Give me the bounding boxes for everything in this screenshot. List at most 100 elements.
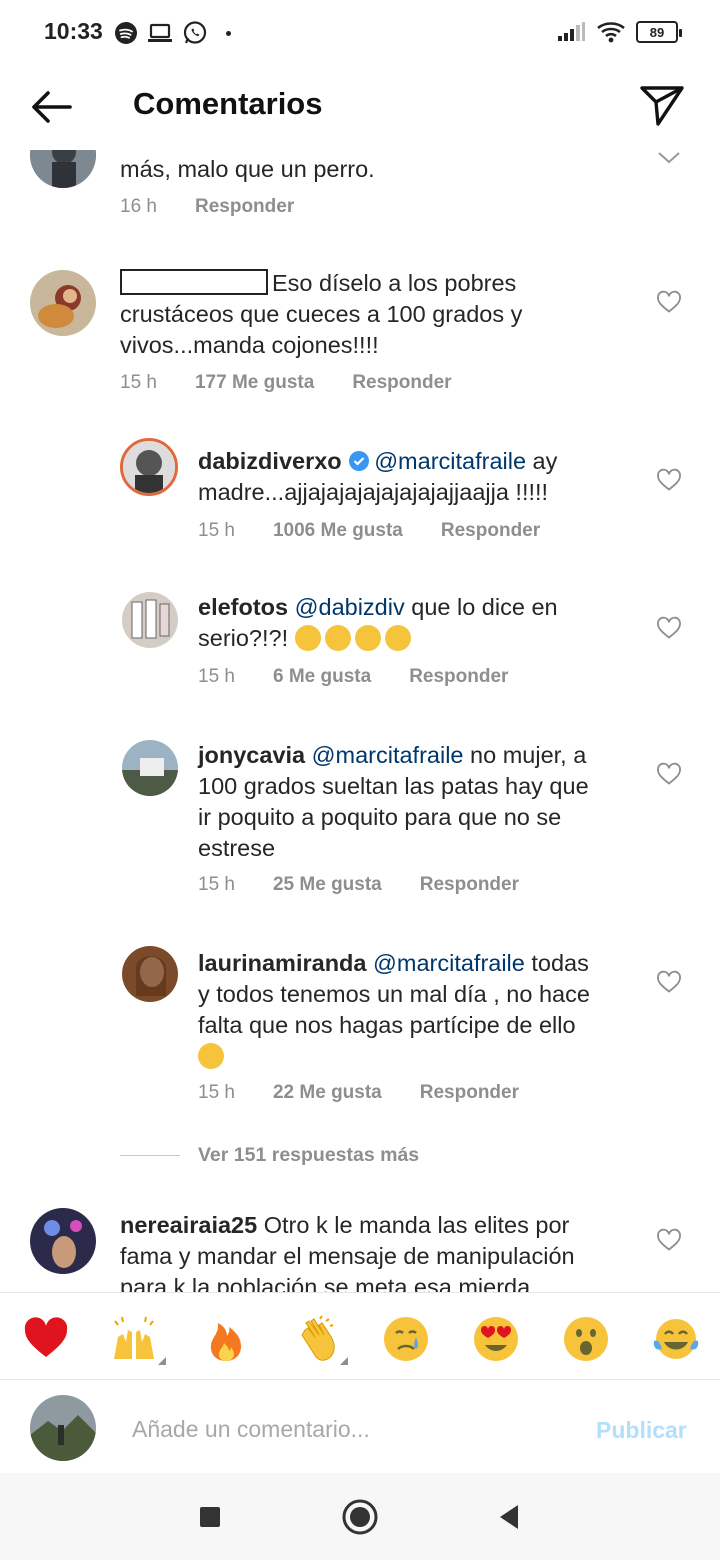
home-icon[interactable] bbox=[340, 1497, 380, 1537]
comment-text: más, malo que un perro. bbox=[120, 156, 375, 182]
redacted-username bbox=[120, 269, 268, 295]
reply-button[interactable]: Responder bbox=[420, 874, 519, 896]
comment-time: 15 h bbox=[198, 1082, 235, 1103]
comment-time: 15 h bbox=[198, 520, 235, 541]
comment-item: elefotos @dabizdiv que lo dice en serio?!… bbox=[0, 588, 720, 708]
variant-indicator bbox=[158, 1357, 166, 1365]
comment-mention[interactable]: @dabizdiv bbox=[295, 594, 405, 620]
system-navigation-bar bbox=[0, 1473, 720, 1560]
like-count[interactable]: 25 Me gusta bbox=[273, 874, 382, 896]
comment-username[interactable]: jonycavia bbox=[198, 742, 305, 768]
comment-item: dabizdiverxo @marcitafraile ay madre...aj… bbox=[0, 438, 720, 558]
comment-item: laurinamiranda @marcitafraile todas y tod… bbox=[0, 944, 720, 1124]
comment-mention[interactable]: @marcitafraile bbox=[373, 950, 525, 976]
comment-item: nereairaia25 Otro k le manda las elites … bbox=[0, 1206, 720, 1292]
view-more-label: Ver 151 respuestas más bbox=[198, 1143, 420, 1166]
tears-of-joy-emoji bbox=[384, 625, 411, 651]
header: Comentarios bbox=[0, 66, 720, 150]
comment-time: 16 h bbox=[120, 196, 157, 217]
back-arrow-icon[interactable] bbox=[26, 84, 76, 130]
comment-meta: 16 h Responder bbox=[120, 196, 332, 218]
avatar[interactable] bbox=[30, 270, 96, 336]
kissing-heart-emoji bbox=[198, 1043, 224, 1069]
comment-body: 100 grados sueltan las patas hay que bbox=[198, 773, 589, 799]
comment-mention[interactable]: @marcitafraile bbox=[312, 742, 464, 768]
wifi-icon bbox=[597, 22, 625, 43]
heart-eyes-icon[interactable] bbox=[472, 1315, 520, 1363]
avatar[interactable] bbox=[120, 438, 178, 496]
comment-username[interactable]: laurinamiranda bbox=[198, 950, 366, 976]
fire-icon[interactable] bbox=[202, 1315, 250, 1363]
comment-text: jonycavia @marcitafraile no mujer, a 100 … bbox=[198, 740, 638, 864]
add-comment-bar: Publicar bbox=[0, 1381, 720, 1473]
comment-text: dabizdiverxo @marcitafraile ay madre...aj… bbox=[198, 446, 618, 508]
crying-face-icon[interactable] bbox=[382, 1315, 430, 1363]
like-count[interactable]: 22 Me gusta bbox=[273, 1082, 382, 1104]
avatar[interactable] bbox=[30, 1208, 96, 1274]
raising-hands-icon[interactable] bbox=[110, 1315, 158, 1363]
comment-body: ir poquito a poquito para que no se bbox=[198, 804, 562, 830]
tears-of-joy-icon[interactable] bbox=[652, 1315, 700, 1363]
avatar[interactable] bbox=[30, 150, 96, 188]
laptop-icon bbox=[148, 23, 172, 42]
comment-time: 15 h bbox=[198, 666, 235, 687]
comment-body: y todos tenemos un mal día , no hace bbox=[198, 981, 590, 1007]
comment-text: laurinamiranda @marcitafraile todas y tod… bbox=[198, 948, 638, 1072]
comments-list[interactable]: más, malo que un perro. 16 h Responder E… bbox=[0, 150, 720, 1292]
heart-icon[interactable] bbox=[656, 290, 682, 314]
whatsapp-icon bbox=[183, 21, 207, 44]
avatar[interactable] bbox=[122, 740, 178, 796]
like-count[interactable]: 177 Me gusta bbox=[195, 372, 314, 394]
divider bbox=[120, 1154, 180, 1156]
avatar[interactable] bbox=[122, 592, 178, 648]
spotify-icon bbox=[115, 22, 137, 44]
publish-button[interactable]: Publicar bbox=[596, 1417, 687, 1444]
status-time: 10:33 bbox=[44, 18, 103, 44]
comment-text: nereairaia25 Otro k le manda las elites … bbox=[120, 1210, 640, 1292]
status-right: 89 bbox=[556, 20, 682, 44]
comment-item: Eso díselo a los pobres crustáceos que c… bbox=[0, 264, 720, 404]
comment-mention[interactable]: @marcitafraile bbox=[374, 448, 526, 474]
heart-icon[interactable] bbox=[656, 970, 682, 994]
clapping-hands-icon[interactable] bbox=[292, 1315, 340, 1363]
comment-body: Otro k le manda las elites por bbox=[257, 1212, 570, 1238]
comment-input[interactable] bbox=[132, 1411, 572, 1447]
surprised-face-icon[interactable] bbox=[562, 1315, 610, 1363]
comment-meta: 15 h 1006 Me gusta Responder bbox=[198, 520, 578, 542]
comment-body: todas bbox=[524, 950, 589, 976]
red-heart-icon[interactable] bbox=[22, 1315, 70, 1363]
heart-icon[interactable] bbox=[656, 762, 682, 786]
variant-indicator bbox=[340, 1357, 348, 1365]
comment-body: fama y mandar el mensaje de manipulación bbox=[120, 1243, 575, 1269]
avatar[interactable] bbox=[122, 946, 178, 1002]
back-nav-icon[interactable] bbox=[490, 1497, 530, 1537]
reply-button[interactable]: Responder bbox=[352, 372, 451, 394]
reply-button[interactable]: Responder bbox=[195, 196, 294, 218]
tears-of-joy-emoji bbox=[354, 625, 381, 651]
collapse-chevron-icon[interactable] bbox=[656, 150, 682, 166]
page-title: Comentarios bbox=[133, 86, 323, 121]
direct-message-icon[interactable] bbox=[636, 80, 686, 130]
reply-button[interactable]: Responder bbox=[441, 520, 540, 542]
comment-body: madre...ajjajajajajajajajajjaajja !!!!! bbox=[198, 479, 549, 505]
comment-body: no mujer, a bbox=[463, 742, 587, 768]
heart-icon[interactable] bbox=[656, 1228, 682, 1252]
heart-icon[interactable] bbox=[656, 468, 682, 492]
reply-button[interactable]: Responder bbox=[409, 666, 508, 688]
heart-icon[interactable] bbox=[656, 616, 682, 640]
like-count[interactable]: 6 Me gusta bbox=[273, 666, 371, 688]
comment-username[interactable]: elefotos bbox=[198, 594, 288, 620]
view-more-replies[interactable]: Ver 151 respuestas más bbox=[120, 1140, 419, 1170]
like-count[interactable]: 1006 Me gusta bbox=[273, 520, 403, 542]
reply-button[interactable]: Responder bbox=[420, 1082, 519, 1104]
comment-username[interactable]: nereairaia25 bbox=[120, 1212, 257, 1238]
comment-text: elefotos @dabizdiv que lo dice en serio?!… bbox=[198, 592, 618, 654]
battery-indicator: 89 bbox=[636, 21, 682, 43]
comment-meta: 15 h 6 Me gusta Responder bbox=[198, 666, 546, 688]
comment-body: para k la población se meta esa mierda bbox=[120, 1274, 531, 1292]
tears-of-joy-emoji bbox=[324, 625, 351, 651]
comment-username[interactable]: dabizdiverxo bbox=[198, 448, 342, 474]
recent-apps-icon[interactable] bbox=[190, 1497, 230, 1537]
notification-dot bbox=[226, 30, 231, 36]
quick-reactions-bar bbox=[0, 1292, 720, 1380]
